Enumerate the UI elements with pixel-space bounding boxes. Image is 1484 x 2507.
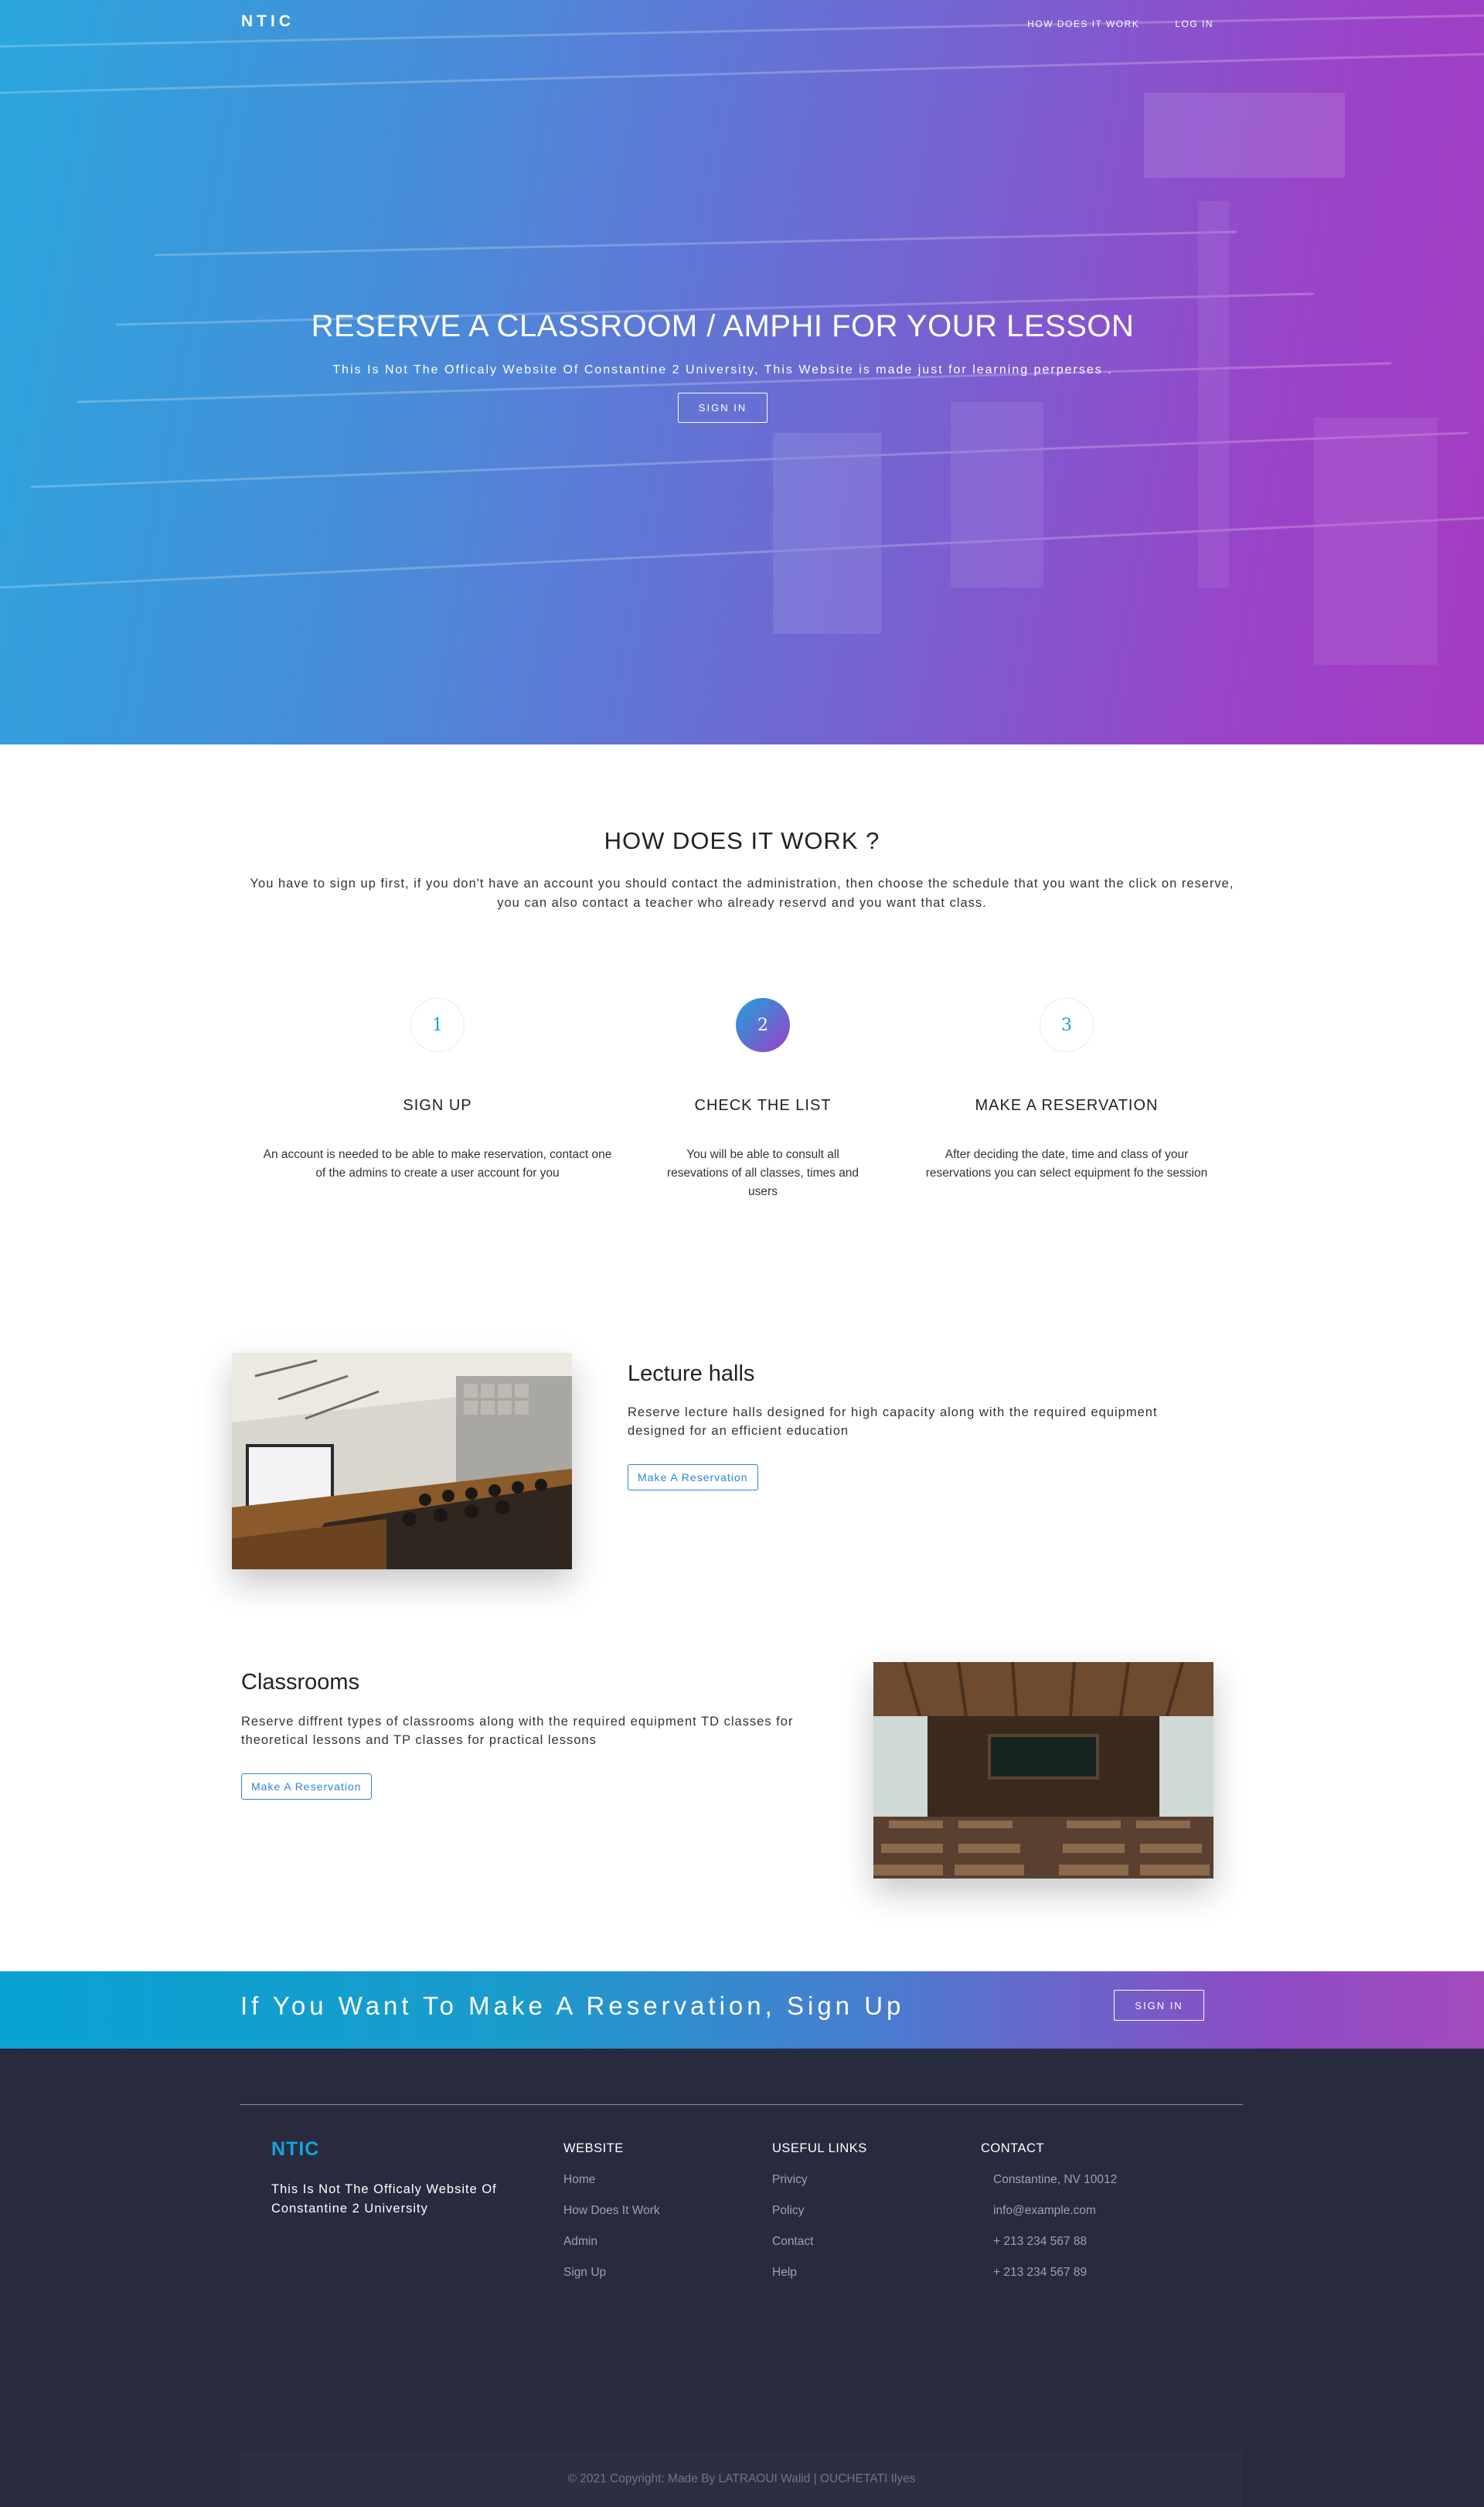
classroom-reservation-button[interactable]: Make A Reservation [241, 1773, 372, 1800]
footer-link-admin[interactable]: Admin [563, 2235, 660, 2266]
lecture-hall-image [232, 1353, 572, 1569]
feature-title: Classrooms [241, 1670, 360, 1695]
site-footer: NTIC This Is Not The Officaly Website Of… [0, 2049, 1484, 2507]
footer-link-privacy[interactable]: Privicy [772, 2173, 867, 2204]
feature-classrooms: Classrooms Reserve diffrent types of cla… [0, 1556, 1484, 2010]
signup-cta-banner: If You Want To Make A Reservation, Sign … [0, 1971, 1484, 2049]
step-number-circle: 2 [736, 998, 790, 1052]
footer-website-column: WEBSITE Home How Does It Work Admin Sign… [563, 2141, 660, 2297]
footer-contact-phone: + 213 234 567 88 [993, 2235, 1087, 2248]
footer-column-heading: WEBSITE [563, 2141, 624, 2155]
step-number-circle: 1 [410, 998, 465, 1052]
hero-section: NTIC HOW DOES IT WORK LOG IN RESERVE A C… [0, 0, 1484, 744]
nav-links: HOW DOES IT WORK LOG IN [1027, 19, 1213, 29]
footer-link-sign-up[interactable]: Sign Up [563, 2266, 660, 2297]
step-number-circle: 3 [1040, 998, 1094, 1052]
cta-text: If You Want To Make A Reservation, Sign … [240, 1991, 905, 2020]
site-logo[interactable]: NTIC [241, 12, 294, 31]
footer-contact-address: Constantine, NV 10012 [993, 2173, 1118, 2186]
how-it-works-title: HOW DOES IT WORK ? [604, 827, 880, 854]
step-make-reservation: 3 MAKE A RESERVATION After deciding the … [889, 998, 1244, 1183]
step-description: An account is needed to be able to make … [263, 1148, 612, 1180]
footer-column-heading: USEFUL LINKS [772, 2141, 867, 2155]
copyright-bar: © 2021 Copyright: Made By LATRAOUI Walid… [240, 2451, 1243, 2507]
hero-title: RESERVE A CLASSROOM / AMPHI FOR YOUR LES… [311, 309, 1135, 343]
footer-divider [240, 2104, 1243, 2105]
hero-subtitle: This Is Not The Officaly Website Of Cons… [332, 363, 1113, 376]
footer-link-policy[interactable]: Policy [772, 2204, 867, 2235]
how-it-works-description: You have to sign up first, if you don't … [250, 877, 1234, 910]
cta-sign-in-button[interactable]: SIGN IN [1114, 1990, 1204, 2021]
footer-link-contact[interactable]: Contact [772, 2235, 867, 2266]
hero-sign-in-button[interactable]: SIGN IN [677, 393, 768, 423]
how-it-works-section: HOW DOES IT WORK ? You have to sign up f… [0, 744, 1484, 1247]
feature-title: Lecture halls [628, 1361, 755, 1386]
top-navbar: NTIC HOW DOES IT WORK LOG IN [0, 0, 1484, 48]
footer-link-home[interactable]: Home [563, 2173, 660, 2204]
footer-logo[interactable]: NTIC [271, 2138, 319, 2161]
footer-useful-links-column: USEFUL LINKS Privicy Policy Contact Help [772, 2141, 867, 2297]
nav-link-how-it-works[interactable]: HOW DOES IT WORK [1027, 19, 1139, 29]
step-title: MAKE A RESERVATION [975, 1097, 1159, 1114]
footer-about-text: This Is Not The Officaly Website Of Cons… [271, 2182, 497, 2216]
footer-contact-phone: + 213 234 567 89 [993, 2266, 1087, 2279]
step-description: After deciding the date, time and class … [925, 1148, 1208, 1180]
feature-description: Reserve lecture halls designed for high … [628, 1405, 1158, 1438]
step-check-the-list: 2 CHECK THE LIST You will be able to con… [585, 998, 941, 1201]
hero-content: RESERVE A CLASSROOM / AMPHI FOR YOUR LES… [0, 309, 1445, 423]
step-description: You will be able to consult all resevati… [666, 1148, 859, 1198]
footer-column-heading: CONTACT [981, 2141, 1045, 2155]
footer-link-how-it-works[interactable]: How Does It Work [563, 2204, 660, 2235]
nav-link-log-in[interactable]: LOG IN [1175, 19, 1213, 29]
step-title: CHECK THE LIST [694, 1097, 832, 1114]
footer-contact-column: CONTACT Constantine, NV 10012 info@examp… [981, 2141, 1117, 2297]
footer-contact-email: info@example.com [993, 2204, 1096, 2217]
lecture-hall-reservation-button[interactable]: Make A Reservation [628, 1464, 758, 1490]
step-title: SIGN UP [403, 1097, 472, 1114]
feature-lecture-halls: Lecture halls Reserve lecture halls desi… [0, 1247, 1484, 1569]
classroom-image [873, 1662, 1213, 1879]
feature-description: Reserve diffrent types of classrooms alo… [241, 1715, 794, 1747]
footer-link-help[interactable]: Help [772, 2266, 867, 2297]
step-sign-up: 1 SIGN UP An account is needed to be abl… [260, 998, 615, 1183]
